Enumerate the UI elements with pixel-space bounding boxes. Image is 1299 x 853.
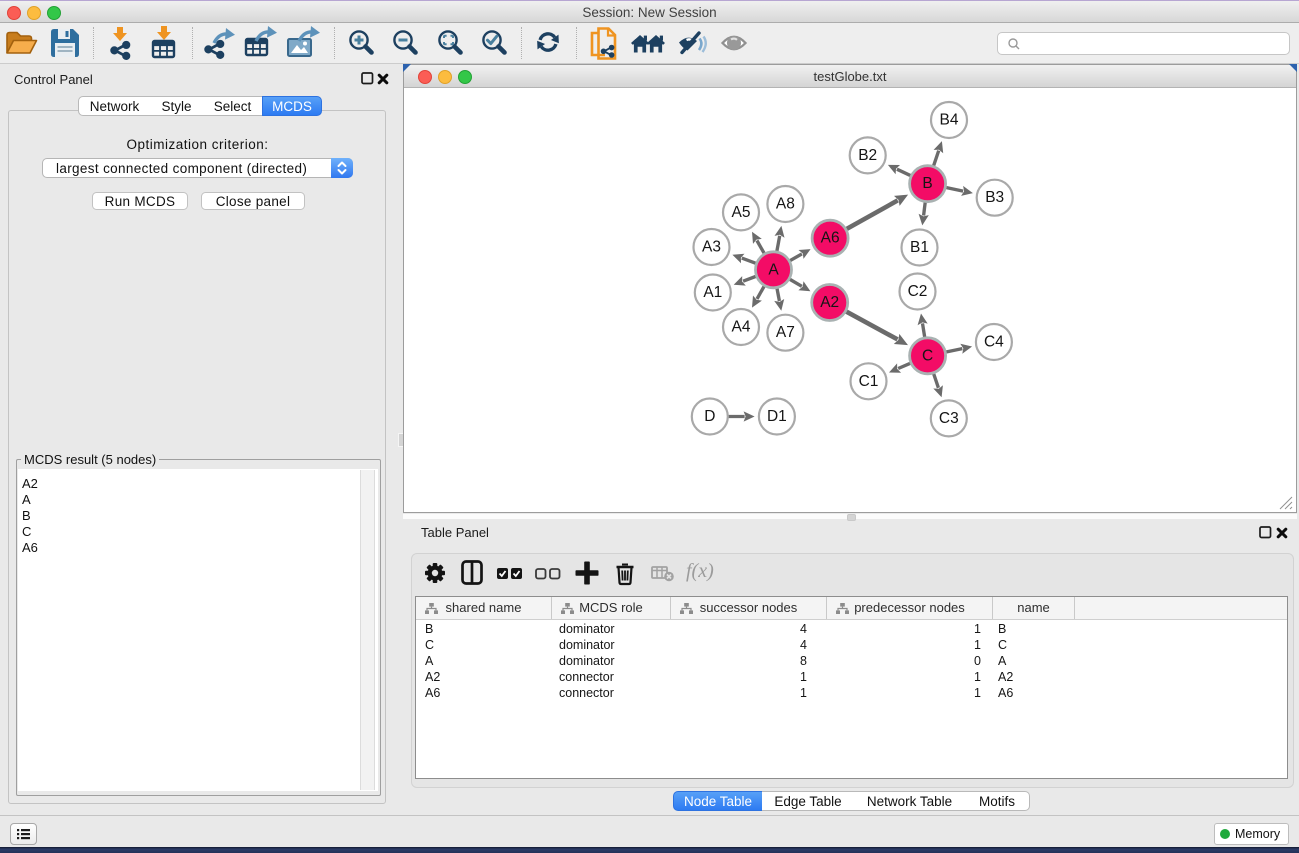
svg-text:A4: A4 — [732, 319, 751, 336]
svg-text:B1: B1 — [910, 239, 929, 256]
svg-text:C2: C2 — [908, 283, 928, 300]
svg-text:A2: A2 — [820, 294, 839, 311]
svg-text:B3: B3 — [985, 189, 1004, 206]
svg-text:A5: A5 — [732, 204, 751, 221]
svg-text:A7: A7 — [776, 324, 795, 341]
svg-text:C: C — [922, 347, 933, 364]
svg-text:A8: A8 — [776, 196, 795, 213]
svg-text:C3: C3 — [939, 410, 959, 427]
svg-text:A3: A3 — [702, 239, 721, 256]
svg-text:D1: D1 — [767, 408, 787, 425]
svg-text:A6: A6 — [821, 230, 840, 247]
svg-text:B2: B2 — [858, 147, 877, 164]
svg-text:B: B — [922, 175, 932, 192]
svg-text:B4: B4 — [940, 112, 959, 129]
svg-text:C1: C1 — [859, 373, 879, 390]
svg-text:A1: A1 — [703, 284, 722, 301]
svg-text:D: D — [704, 408, 715, 425]
svg-text:A: A — [768, 261, 779, 278]
svg-text:C4: C4 — [984, 334, 1004, 351]
